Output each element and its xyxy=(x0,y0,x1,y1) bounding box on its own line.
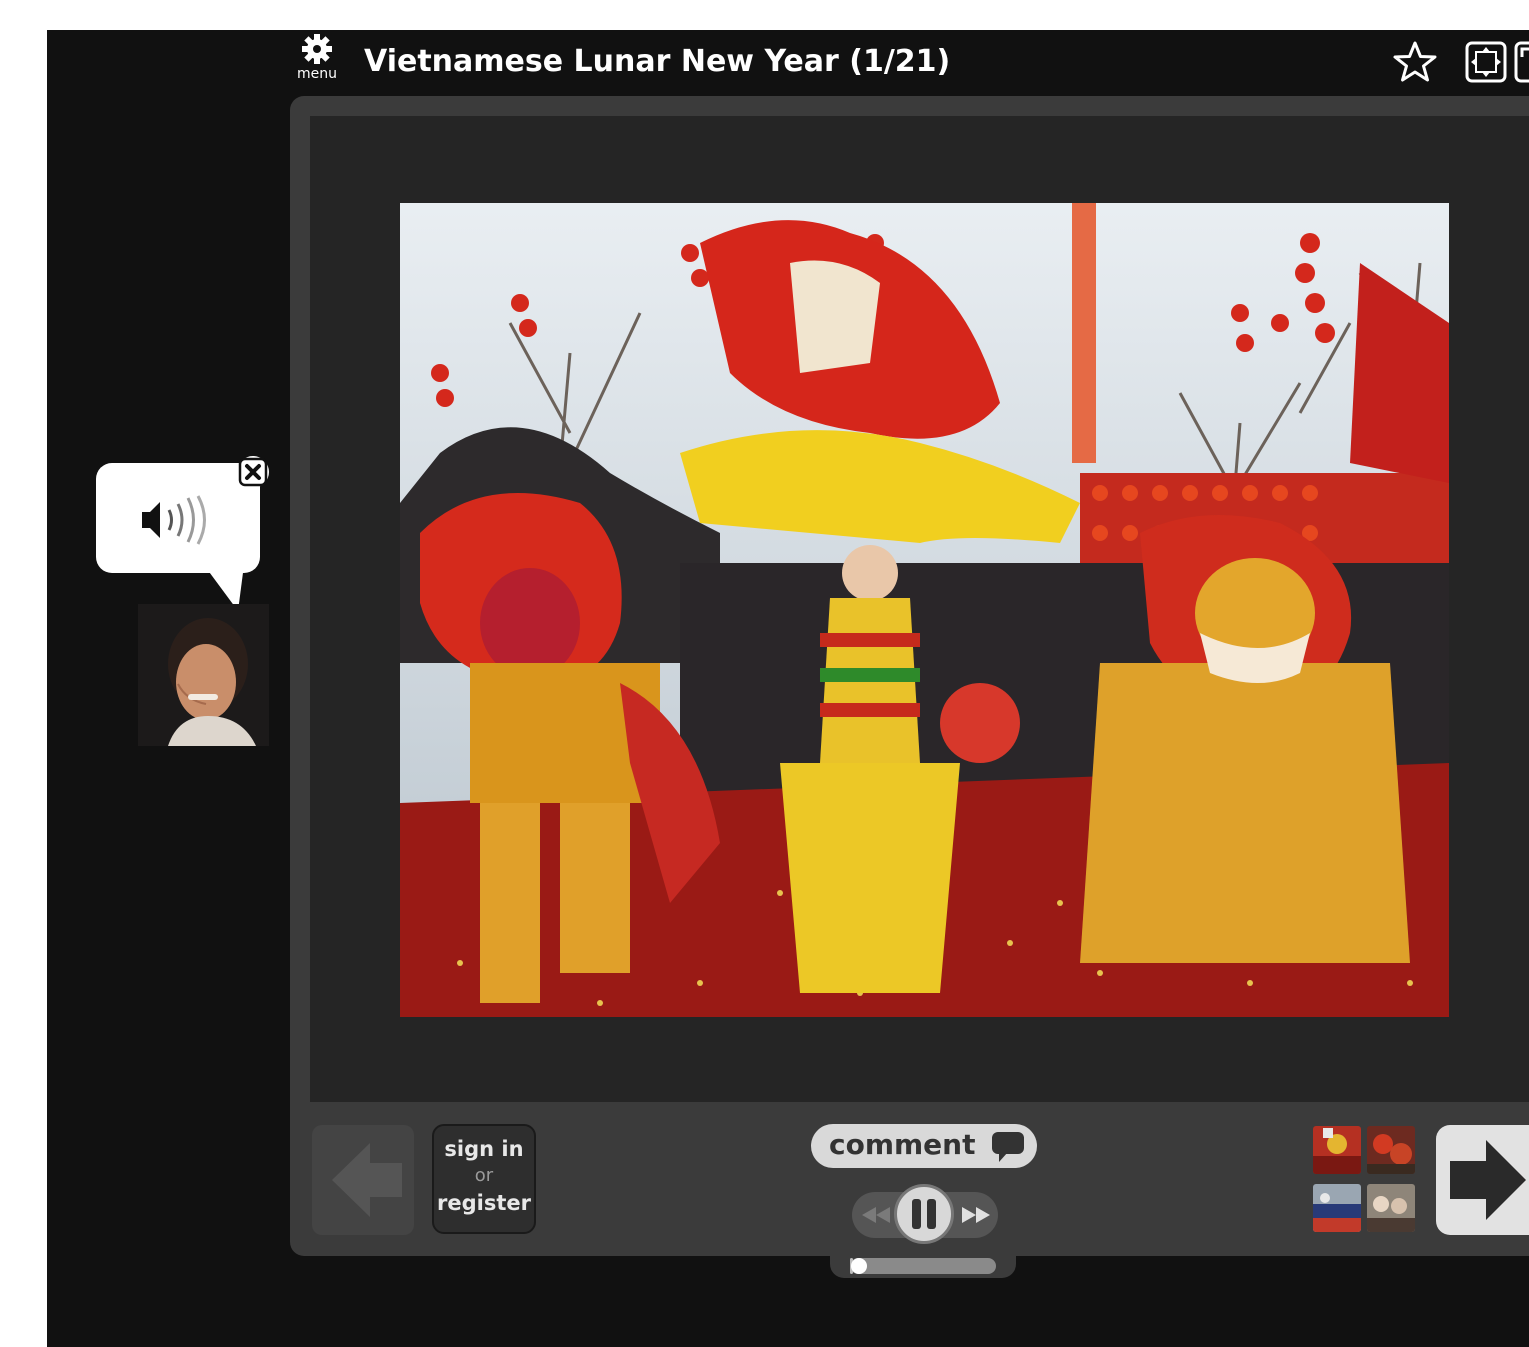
pause-button[interactable] xyxy=(894,1184,954,1244)
close-icon xyxy=(238,457,268,487)
rewind-button[interactable] xyxy=(858,1198,894,1232)
fast-forward-icon xyxy=(962,1207,990,1223)
thumbnail-1[interactable] xyxy=(1313,1126,1361,1174)
fullscreen-button[interactable] xyxy=(1514,41,1529,83)
menu-label: menu xyxy=(297,66,337,82)
account-box: sign in or register xyxy=(432,1124,536,1234)
speech-bubble-icon xyxy=(992,1132,1024,1162)
arrow-left-icon xyxy=(332,1143,402,1217)
or-label: or xyxy=(474,1165,494,1186)
pause-icon xyxy=(912,1199,936,1229)
next-button[interactable] xyxy=(1436,1125,1529,1235)
thumbnail-image xyxy=(1313,1126,1361,1174)
thumbnail-image xyxy=(1367,1126,1415,1174)
favorite-button[interactable] xyxy=(1393,40,1437,84)
thumbnail-image xyxy=(1313,1184,1361,1232)
thumbnail-2[interactable] xyxy=(1367,1126,1415,1174)
sign-in-link[interactable]: sign in xyxy=(434,1136,534,1162)
speaker-icon xyxy=(142,495,206,545)
thumbnail-image xyxy=(1367,1184,1415,1232)
star-icon xyxy=(1393,41,1437,82)
thumbnail-4[interactable] xyxy=(1367,1184,1415,1232)
rewind-icon xyxy=(862,1207,890,1223)
slide-photo[interactable] xyxy=(400,203,1449,1017)
progress-bar[interactable] xyxy=(850,1258,996,1274)
progress-handle[interactable] xyxy=(851,1258,867,1274)
fit-screen-button[interactable] xyxy=(1465,41,1507,83)
audio-button[interactable] xyxy=(138,494,218,546)
fullscreen-icon xyxy=(1514,41,1529,83)
thumbnail-3[interactable] xyxy=(1313,1184,1361,1232)
album-title: Vietnamese Lunar New Year (1/21) xyxy=(364,44,951,79)
avatar-image xyxy=(138,604,269,746)
register-link[interactable]: register xyxy=(434,1190,534,1216)
fast-forward-button[interactable] xyxy=(958,1198,994,1232)
close-narration-button[interactable] xyxy=(237,456,269,488)
previous-button[interactable] xyxy=(312,1125,414,1235)
comment-label: comment xyxy=(829,1128,976,1161)
photo-lion-dance xyxy=(400,203,1449,1017)
fit-screen-icon xyxy=(1465,41,1507,83)
comment-button[interactable]: comment xyxy=(811,1124,1037,1168)
menu-button[interactable]: menu xyxy=(290,32,344,88)
arrow-right-icon xyxy=(1450,1140,1526,1220)
narrator-avatar[interactable] xyxy=(138,604,269,746)
gear-icon xyxy=(302,34,332,64)
